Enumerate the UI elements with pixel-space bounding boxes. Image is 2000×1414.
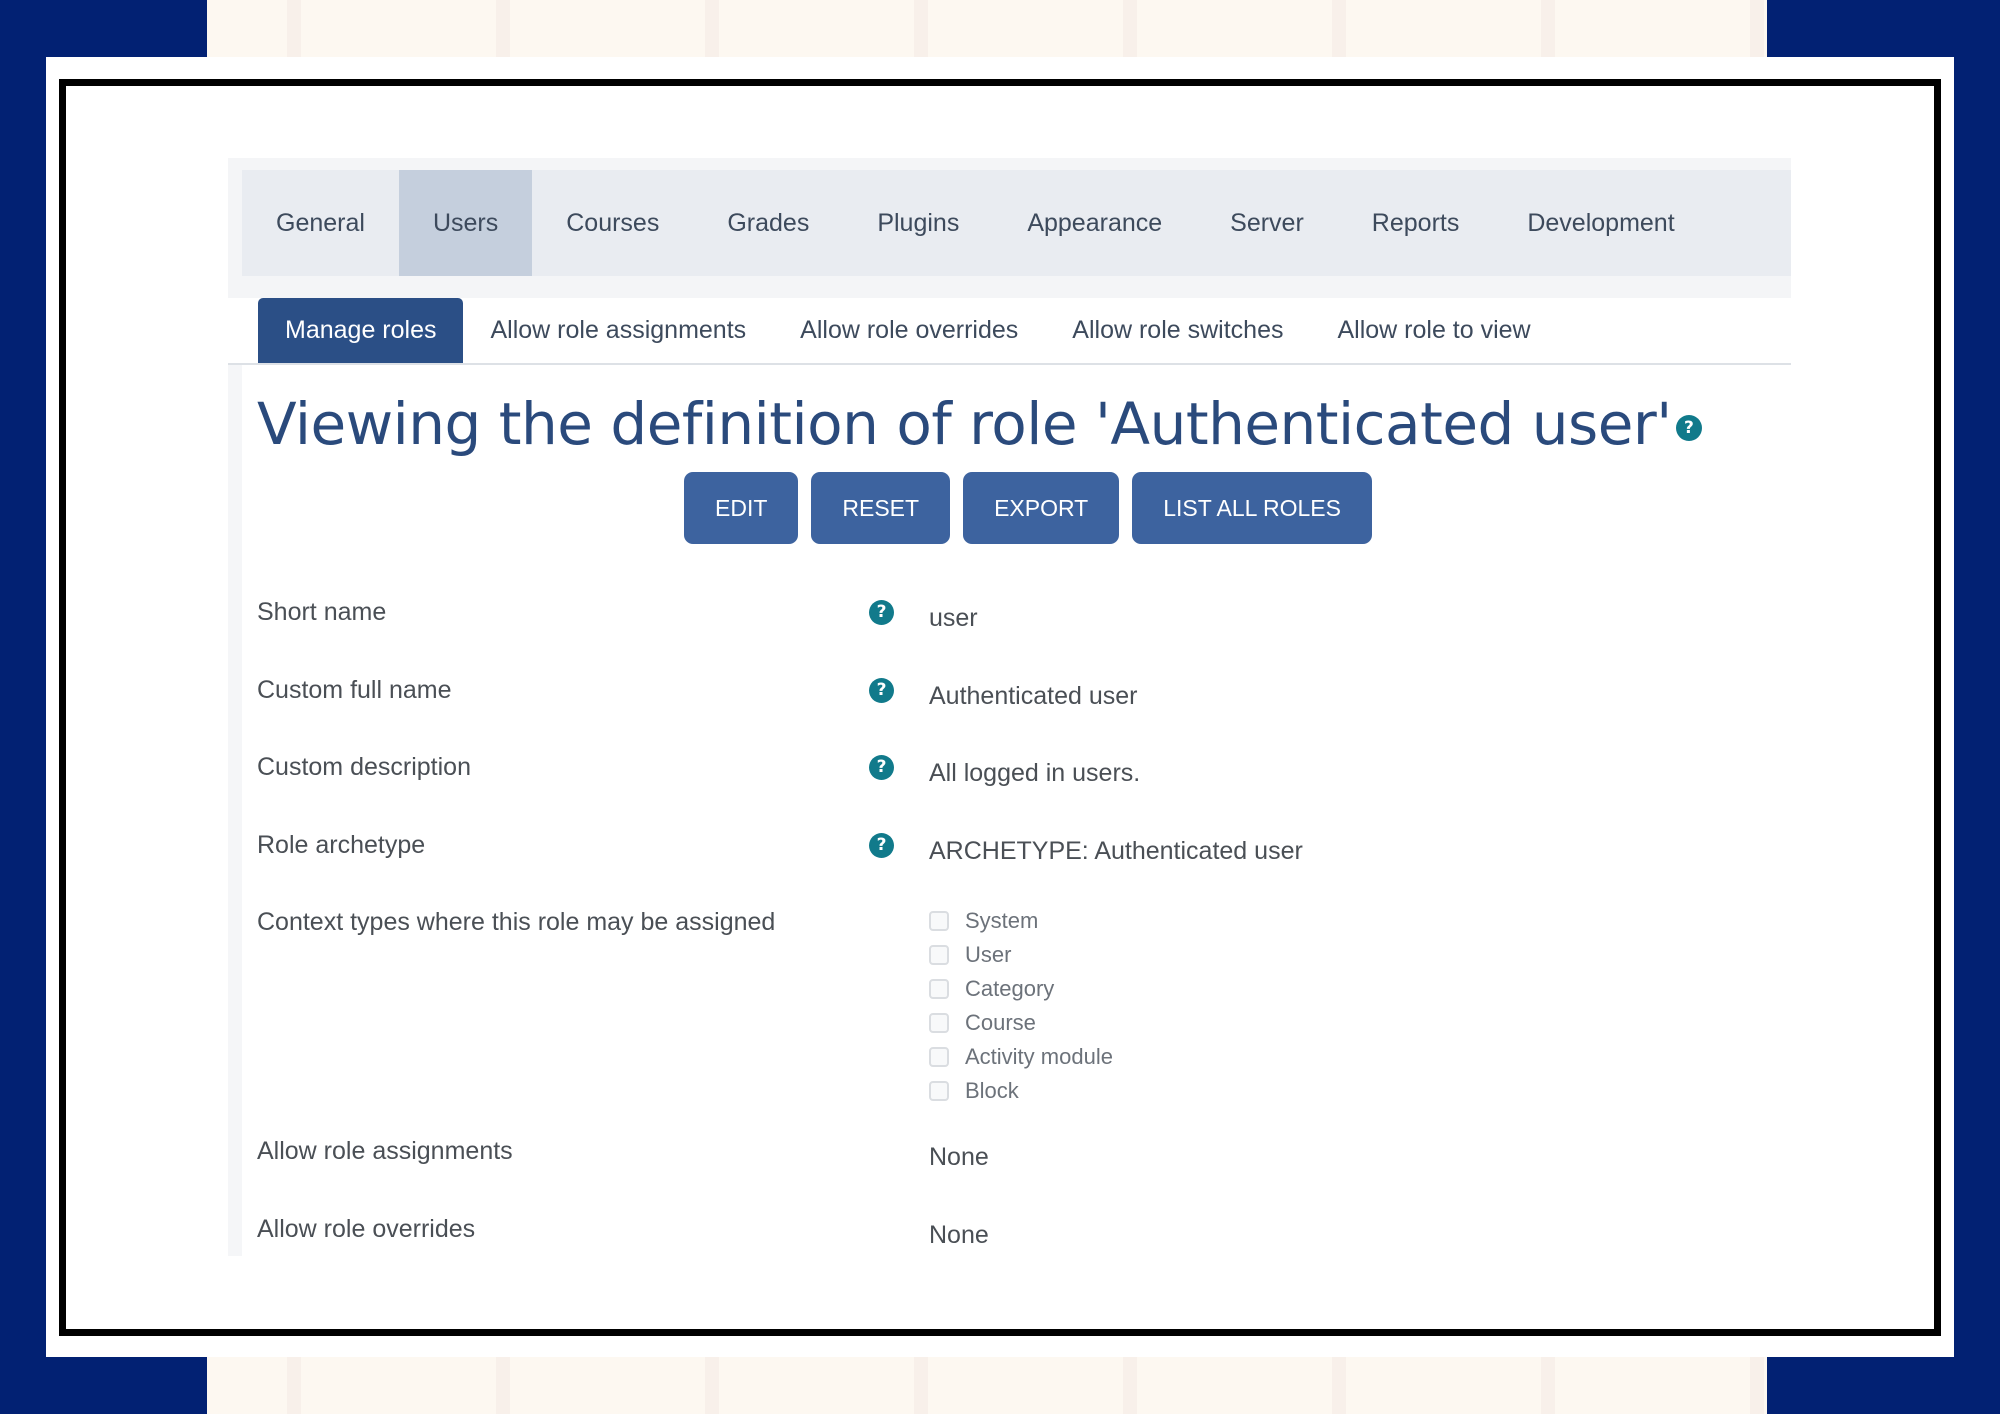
action-buttons: EDIT RESET EXPORT LIST ALL ROLES: [684, 472, 1372, 544]
checkbox-label: Category: [965, 976, 1055, 1001]
checkbox-label: Block: [965, 1078, 1019, 1103]
question-circle-icon[interactable]: ?: [1675, 415, 1702, 441]
tab-courses[interactable]: Courses: [532, 170, 693, 276]
decorative-banner-top: [207, 0, 1767, 57]
field-label: Allow role assignments: [257, 1137, 513, 1165]
tab-grades[interactable]: Grades: [693, 170, 843, 276]
decorative-banner-bottom: [207, 1357, 1767, 1414]
checkbox[interactable]: [929, 945, 949, 965]
field-label: Custom description: [257, 753, 471, 781]
checkbox-label: User: [965, 942, 1012, 967]
checkbox-label: Course: [965, 1010, 1036, 1035]
page-title-text: Viewing the definition of role 'Authenti…: [257, 390, 1672, 458]
tab-appearance[interactable]: Appearance: [993, 170, 1196, 276]
field-short-name: Short name ? user: [257, 598, 1757, 676]
checkbox-label: System: [965, 908, 1039, 933]
question-circle-icon[interactable]: ?: [869, 832, 894, 858]
tab-server[interactable]: Server: [1196, 170, 1338, 276]
role-definition: Short name ? user Custom full name ? Aut…: [257, 598, 1757, 1256]
context-option-course: Course: [929, 1006, 1113, 1040]
subtab-manage-roles[interactable]: Manage roles: [258, 298, 464, 363]
field-custom-full-name: Custom full name ? Authenticated user: [257, 676, 1757, 754]
list-all-roles-button[interactable]: LIST ALL ROLES: [1132, 472, 1372, 544]
context-option-block: Block: [929, 1074, 1113, 1108]
field-value: None: [929, 1220, 989, 1249]
subtab-allow-role-overrides[interactable]: Allow role overrides: [773, 298, 1045, 363]
field-custom-description: Custom description ? All logged in users…: [257, 753, 1757, 831]
field-label: Custom full name: [257, 675, 452, 704]
checkbox-label: Activity module: [965, 1044, 1113, 1069]
field-label: Role archetype: [257, 830, 426, 859]
subtab-allow-role-assignments[interactable]: Allow role assignments: [463, 298, 773, 363]
tab-development[interactable]: Development: [1493, 170, 1708, 276]
moodle-admin-page: General Users Courses Grades Plugins App…: [228, 158, 1791, 1256]
checkbox[interactable]: [929, 1047, 949, 1067]
tab-plugins[interactable]: Plugins: [843, 170, 993, 276]
field-role-archetype: Role archetype ? ARCHETYPE: Authenticate…: [257, 831, 1757, 909]
secondary-nav: Manage roles Allow role assignments Allo…: [228, 298, 1791, 365]
checkbox[interactable]: [929, 1081, 949, 1101]
checkbox[interactable]: [929, 1013, 949, 1033]
export-button[interactable]: EXPORT: [963, 472, 1120, 544]
context-option-category: Category: [929, 972, 1113, 1006]
question-circle-icon[interactable]: ?: [869, 677, 894, 703]
field-value: None: [929, 1143, 989, 1171]
field-label: Short name: [257, 598, 387, 626]
question-circle-icon[interactable]: ?: [869, 600, 894, 625]
checkbox[interactable]: [929, 979, 949, 999]
tab-general[interactable]: General: [242, 170, 399, 276]
field-value: Authenticated user: [929, 681, 1138, 710]
context-type-checkboxes: System User Category Course Activity mod…: [929, 904, 1113, 1108]
tab-users[interactable]: Users: [398, 170, 533, 276]
field-value: user: [929, 604, 978, 632]
field-context-types: Context types where this role may be ass…: [257, 908, 1757, 1137]
field-allow-role-assignments: Allow role assignments None: [257, 1137, 1757, 1215]
field-label: Context types where this role may be ass…: [257, 908, 776, 936]
question-circle-icon[interactable]: ?: [869, 755, 894, 780]
page-title: Viewing the definition of role 'Authenti…: [257, 390, 1702, 458]
field-label: Allow role overrides: [257, 1214, 476, 1243]
field-value: ARCHETYPE: Authenticated user: [929, 836, 1303, 865]
subtab-allow-role-to-view[interactable]: Allow role to view: [1310, 298, 1557, 363]
subtab-allow-role-switches[interactable]: Allow role switches: [1045, 298, 1310, 363]
context-option-activity-module: Activity module: [929, 1040, 1113, 1074]
primary-nav: General Users Courses Grades Plugins App…: [242, 170, 1791, 276]
context-option-system: System: [929, 904, 1113, 938]
context-option-user: User: [929, 938, 1113, 972]
tab-reports[interactable]: Reports: [1338, 170, 1494, 276]
field-allow-role-overrides: Allow role overrides None: [257, 1215, 1757, 1257]
edit-button[interactable]: EDIT: [684, 472, 799, 544]
field-value: All logged in users.: [929, 759, 1141, 787]
reset-button[interactable]: RESET: [811, 472, 951, 544]
checkbox[interactable]: [929, 911, 949, 931]
